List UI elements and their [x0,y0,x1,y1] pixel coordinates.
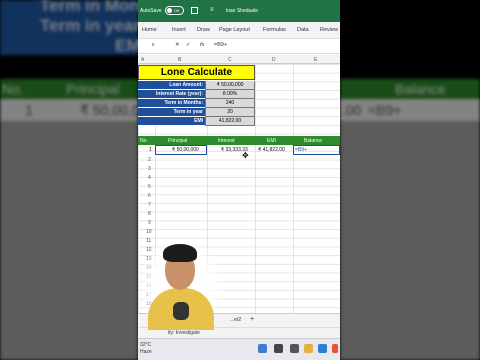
column-header-d[interactable]: D [272,57,276,63]
row-number[interactable]: 3 [148,166,151,172]
presenter-overlay [140,232,222,330]
accessibility-status[interactable]: ity: Investigate [168,330,200,336]
label-term-year[interactable]: Term in year [138,108,205,117]
formula-bar: v ✕ ✓ fx =B9+ [138,39,340,54]
edge-browser-icon[interactable] [318,344,327,353]
ribbon-tabs: Home Insert Draw Page Layout Formulas Da… [138,22,340,39]
move-cursor-icon: ✥ [242,151,249,160]
tab-draw[interactable]: Draw [197,27,210,33]
value-term-year[interactable]: 20 [205,108,255,117]
row-number[interactable]: 6 [148,193,151,199]
workbook-name: loan Sheduale [226,8,258,14]
file-explorer-icon[interactable] [304,344,313,353]
row-number[interactable]: 8 [148,211,151,217]
value-emi[interactable]: 41,822.00 [205,117,255,126]
bg-header-principal: Principal [66,81,120,97]
tab-home[interactable]: Home [142,27,157,33]
bg-row-no: 1 [25,102,33,118]
bg-title-2: Term in year [40,16,140,35]
grid-line [255,64,256,324]
search-icon[interactable] [274,344,283,353]
label-term-months[interactable]: Term in Months: [138,99,205,108]
column-header-e[interactable]: E [314,57,317,63]
autosave-toggle[interactable]: Off [165,6,184,15]
header-emi[interactable]: EMI [267,138,276,144]
label-emi[interactable]: EMI [138,117,205,126]
row-number[interactable]: 9 [148,220,151,226]
tab-data[interactable]: Data [297,27,309,33]
bg-gray-left [0,121,138,360]
value-loan-amount[interactable]: ₹ 50,00,000 [205,81,255,90]
row-number[interactable]: 5 [148,184,151,190]
brave-browser-icon[interactable] [332,344,338,353]
row-number[interactable]: 2 [148,157,151,163]
row-number[interactable]: 7 [148,202,151,208]
table-header-row: No. Principal Interest EMI Balance [138,136,340,145]
menu-icon[interactable]: ≡ [210,7,214,13]
bg-gray-right [340,121,480,360]
column-header-c[interactable]: C [228,57,232,63]
add-sheet-icon[interactable]: + [250,316,254,323]
bg-header-balance: Balance [395,81,446,97]
column-header-b[interactable]: B [178,57,181,63]
active-cell-balance [293,145,340,155]
save-icon[interactable] [191,7,198,14]
insert-function-icon[interactable]: fx [200,42,204,48]
cell-no[interactable]: 1 [149,147,152,153]
bg-row-balance: =B9+ [368,102,402,118]
toggle-state: Off [174,8,180,13]
windows-start-icon[interactable] [258,344,267,353]
task-view-icon[interactable] [290,344,299,353]
header-principal[interactable]: Principal [168,138,187,144]
row-number[interactable]: 4 [148,175,151,181]
cancel-icon[interactable]: ✕ [175,42,180,48]
autosave-label: AutoSave [140,8,162,14]
grid-line [293,64,294,324]
title-bar: AutoSave Off ≡ loan Sheduale [138,0,340,22]
tab-formulas[interactable]: Formulas [263,27,286,33]
column-header-a[interactable]: A [141,57,144,63]
sheet-tab[interactable]: ...et2 [230,317,241,323]
tab-insert[interactable]: Insert [172,27,186,33]
presenter-hair [163,244,197,262]
video-frame: Term in Months Term in year EMI No. Prin… [0,0,480,360]
tab-page-layout[interactable]: Page Layout [219,27,250,33]
bg-row-emi: .00 [342,102,362,118]
enter-icon[interactable]: ✓ [186,42,191,48]
value-term-months[interactable]: 240 [205,99,255,108]
formula-input[interactable]: =B9+ [214,42,227,48]
calculator-title[interactable]: Lone Calculate [138,65,255,80]
bg-header-no: No. [2,81,24,97]
cell-emi[interactable]: ₹ 41,822.00 [258,147,285,153]
label-interest-rate[interactable]: Interest Rate (year): [138,90,205,99]
microphone-icon [173,302,189,320]
value-interest-rate[interactable]: 8.00% [205,90,255,99]
header-balance[interactable]: Balance [304,138,322,144]
highlighted-cell-principal [155,145,207,155]
header-no[interactable]: No. [140,138,148,144]
weather-temp[interactable]: 32°C [140,342,151,348]
column-headers: A B C D E [138,55,340,64]
toggle-knob [167,8,172,13]
header-interest[interactable]: Interest [218,138,235,144]
name-box-dropdown-icon[interactable]: v [152,42,155,48]
label-loan-amount[interactable]: Loan Amount: [138,81,205,90]
tab-review[interactable]: Review [320,27,338,33]
weather-condition: Haze [140,349,152,355]
